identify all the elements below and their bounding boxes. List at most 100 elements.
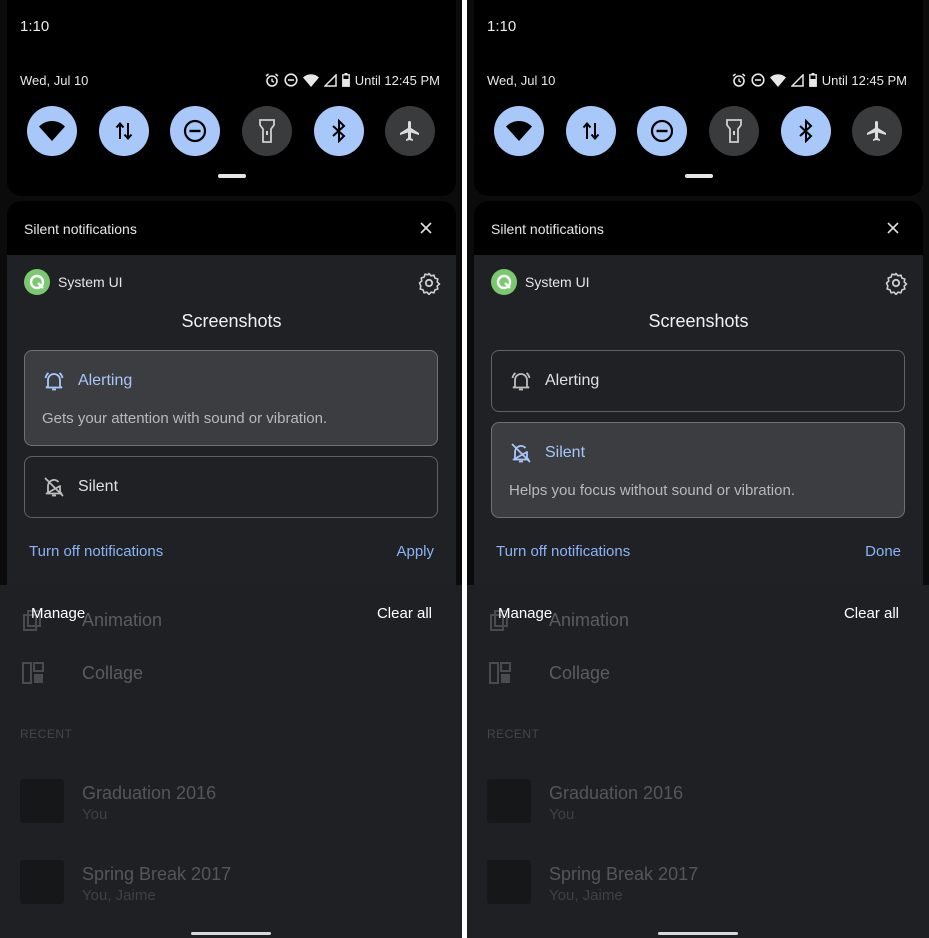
tile-airplane-mode[interactable]: [385, 106, 435, 156]
album-item: Spring Break 2017 You, Jaime: [0, 860, 462, 910]
mobile-data-icon: [115, 121, 133, 141]
clear-all-button[interactable]: Clear all: [377, 605, 432, 622]
tile-flashlight[interactable]: [709, 106, 759, 156]
collage-icon: [489, 662, 511, 684]
app-name: System UI: [58, 274, 123, 290]
album-title: Spring Break 2017: [549, 864, 699, 884]
album-title: Graduation 2016: [549, 783, 684, 803]
album-subtitle: You, Jaime: [549, 887, 623, 904]
panel-title: Silent notifications: [491, 221, 604, 237]
drag-handle[interactable]: [218, 174, 246, 178]
drag-handle[interactable]: [685, 174, 713, 178]
airplane-mode-icon: [867, 121, 886, 141]
tile-bluetooth[interactable]: [314, 106, 364, 156]
app-header: System UI: [24, 269, 123, 295]
wifi-icon: [39, 121, 65, 141]
album-title: Spring Break 2017: [82, 864, 232, 884]
wifi-icon: [769, 73, 786, 87]
album-subtitle: You: [82, 806, 108, 823]
notification-panel: Silent notifications System UI Screensho…: [7, 201, 456, 585]
do-not-disturb-icon: [650, 119, 674, 143]
option-silent[interactable]: Silent Helps you focus without sound or …: [491, 422, 905, 518]
panel-header: Silent notifications: [474, 201, 923, 255]
alarm-icon: [732, 73, 746, 87]
bg-item-collage: Collage: [467, 652, 929, 692]
option-alerting[interactable]: Alerting: [491, 350, 905, 412]
album-thumbnail: [20, 860, 64, 904]
tile-mobile-data[interactable]: [99, 106, 149, 156]
status-time: 1:10: [20, 18, 50, 35]
status-icons: Until 12:45 PM: [265, 71, 440, 89]
phone-screen-alerting: Animation Collage RECENT Graduation 2016…: [0, 0, 462, 938]
turn-off-notifications-button[interactable]: Turn off notifications: [496, 543, 630, 560]
silent-bell-off-icon: [44, 477, 64, 497]
quick-tiles: [494, 106, 904, 156]
bluetooth-icon: [799, 119, 813, 143]
gesture-nav-bar[interactable]: [658, 932, 738, 935]
tile-wifi[interactable]: [494, 106, 544, 156]
bg-item-label: Animation: [82, 610, 163, 630]
album-thumbnail: [487, 860, 531, 904]
android-q-logo-icon: [24, 269, 50, 295]
option-alerting-description: Gets your attention with sound or vibrat…: [42, 410, 328, 427]
recent-heading: RECENT: [20, 727, 73, 741]
quick-tiles: [27, 106, 437, 156]
album-item: Graduation 2016 You: [0, 779, 462, 829]
option-silent-description: Helps you focus without sound or vibrati…: [509, 482, 795, 499]
option-silent[interactable]: Silent: [24, 456, 438, 518]
panel-title: Silent notifications: [24, 221, 137, 237]
mobile-data-icon: [582, 121, 600, 141]
cell-signal-icon: [323, 73, 337, 87]
album-subtitle: You, Jaime: [82, 887, 156, 904]
option-alerting[interactable]: Alerting Gets your attention with sound …: [24, 350, 438, 446]
album-thumbnail: [20, 779, 64, 823]
wifi-icon: [506, 121, 532, 141]
gesture-nav-bar[interactable]: [191, 932, 271, 935]
apply-button[interactable]: Apply: [396, 543, 434, 560]
option-silent-label: Silent: [78, 478, 119, 495]
dnd-until-label: Until 12:45 PM: [354, 72, 440, 88]
album-item: Graduation 2016 You: [467, 779, 929, 829]
clear-all-button[interactable]: Clear all: [844, 605, 899, 622]
option-alerting-label: Alerting: [545, 372, 600, 389]
tile-bluetooth[interactable]: [781, 106, 831, 156]
close-icon[interactable]: [887, 222, 899, 234]
do-not-disturb-icon: [284, 73, 298, 87]
android-q-logo-icon: [491, 269, 517, 295]
done-button[interactable]: Done: [865, 543, 901, 560]
collage-icon: [22, 662, 44, 684]
dnd-until-label: Until 12:45 PM: [821, 72, 907, 88]
background-app: Animation Collage RECENT Graduation 2016…: [467, 585, 929, 938]
bluetooth-icon: [332, 119, 346, 143]
flashlight-icon: [726, 119, 742, 143]
silent-bell-off-icon: [511, 443, 531, 463]
turn-off-notifications-button[interactable]: Turn off notifications: [29, 543, 163, 560]
channel-name: Screenshots: [181, 311, 282, 331]
date-label[interactable]: Wed, Jul 10: [20, 73, 88, 88]
panel-header: Silent notifications: [7, 201, 456, 255]
recent-heading: RECENT: [487, 727, 540, 741]
tile-wifi[interactable]: [27, 106, 77, 156]
alerting-bell-icon: [44, 372, 64, 391]
date-label[interactable]: Wed, Jul 10: [487, 73, 555, 88]
battery-icon: [808, 73, 817, 87]
settings-gear-icon[interactable]: [884, 271, 908, 295]
tile-do-not-disturb[interactable]: [637, 106, 687, 156]
tile-flashlight[interactable]: [242, 106, 292, 156]
option-silent-label: Silent: [545, 444, 586, 461]
manage-button[interactable]: Manage: [31, 605, 85, 622]
close-icon[interactable]: [420, 222, 432, 234]
channel-name: Screenshots: [648, 311, 749, 331]
app-header: System UI: [491, 269, 590, 295]
tile-airplane-mode[interactable]: [852, 106, 902, 156]
quick-settings: 1:10 Wed, Jul 10 Until 12:45 PM: [474, 0, 923, 196]
notification-panel: Silent notifications System UI Screensho…: [474, 201, 923, 585]
background-app: Animation Collage RECENT Graduation 2016…: [0, 585, 462, 938]
settings-gear-icon[interactable]: [417, 271, 441, 295]
tile-mobile-data[interactable]: [566, 106, 616, 156]
bg-item-label: Animation: [549, 610, 630, 630]
bg-item-label: Collage: [549, 663, 611, 683]
manage-button[interactable]: Manage: [498, 605, 552, 622]
alerting-bell-icon: [511, 372, 531, 391]
tile-do-not-disturb[interactable]: [170, 106, 220, 156]
